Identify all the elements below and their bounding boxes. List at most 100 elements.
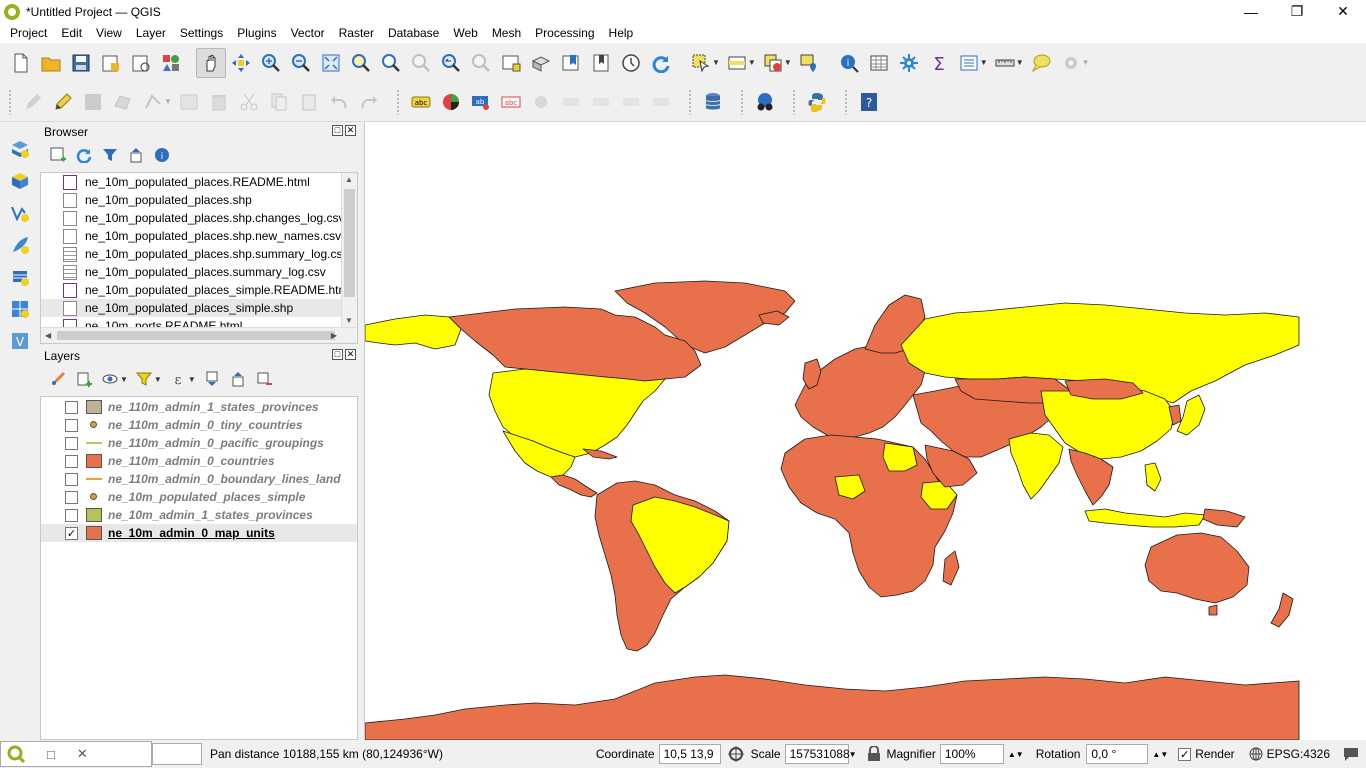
browser-item[interactable]: ne_10m_populated_places.summary_log.csv bbox=[41, 263, 357, 281]
attributes-form-button[interactable] bbox=[954, 48, 984, 78]
save-project-button[interactable] bbox=[66, 48, 96, 78]
menu-web[interactable]: Web bbox=[446, 23, 484, 43]
data-source-manager-button[interactable] bbox=[5, 134, 35, 164]
locator-input[interactable] bbox=[152, 743, 202, 765]
layer-item[interactable]: ne_110m_admin_1_states_provinces bbox=[41, 398, 357, 416]
menu-help[interactable]: Help bbox=[602, 23, 641, 43]
toolbox-button[interactable] bbox=[894, 48, 924, 78]
browser-tree[interactable]: ne_10m_populated_places.README.html ne_10… bbox=[40, 172, 358, 344]
layer-styling-button[interactable] bbox=[46, 368, 70, 390]
pan-map-button[interactable] bbox=[196, 47, 226, 78]
zoom-full-button[interactable] bbox=[316, 48, 346, 78]
scale-dropdown-icon[interactable]: ▼ bbox=[849, 750, 857, 759]
browser-item[interactable]: ne_10m_populated_places_simple.shp bbox=[41, 299, 357, 317]
layer-visibility-checkbox[interactable] bbox=[65, 490, 78, 504]
layer-item[interactable]: ✓ ne_10m_admin_0_map_units bbox=[41, 524, 357, 542]
help-contents-button[interactable]: ? bbox=[854, 87, 884, 117]
rotation-field[interactable]: 0,0 ° bbox=[1086, 744, 1149, 764]
zoom-to-layer-button[interactable] bbox=[376, 48, 406, 78]
diagram-options-button[interactable] bbox=[436, 87, 466, 117]
layer-labeling-button[interactable]: abc bbox=[406, 87, 436, 117]
locator-window-icon[interactable]: □ bbox=[47, 747, 55, 762]
digitize-button[interactable] bbox=[5, 230, 35, 260]
browser-horizontal-scrollbar[interactable]: ◀ ▶ bbox=[41, 327, 357, 343]
layers-close-button[interactable]: ✕ bbox=[345, 349, 356, 360]
layer-item[interactable]: ne_110m_admin_0_boundary_lines_land bbox=[41, 470, 357, 488]
browser-item[interactable]: ne_10m_populated_places.shp bbox=[41, 191, 357, 209]
layer-item[interactable]: ne_10m_admin_1_states_provinces bbox=[41, 506, 357, 524]
pin-labels-button[interactable] bbox=[526, 87, 556, 117]
actions-dropdown-icon[interactable]: ▼ bbox=[1082, 58, 1090, 67]
browser-item[interactable]: ne_10m_populated_places_simple.README.ht… bbox=[41, 281, 357, 299]
measure-line-button[interactable] bbox=[990, 48, 1020, 78]
menu-project[interactable]: Project bbox=[3, 23, 54, 43]
metasearch-button[interactable] bbox=[750, 87, 780, 117]
menu-processing[interactable]: Processing bbox=[528, 23, 601, 43]
filter-legend-button[interactable] bbox=[132, 368, 156, 390]
layer-item[interactable]: ne_10m_populated_places_simple bbox=[41, 488, 357, 506]
zoom-in-button[interactable] bbox=[256, 48, 286, 78]
layers-float-button[interactable]: □ bbox=[332, 349, 343, 360]
scroll-left-icon[interactable]: ◀ bbox=[45, 331, 51, 340]
redo-button[interactable] bbox=[354, 87, 384, 117]
scroll-right-icon[interactable]: ▶ bbox=[331, 331, 337, 340]
python-console-button[interactable] bbox=[802, 87, 832, 117]
refresh-button[interactable] bbox=[646, 48, 676, 78]
menu-plugins[interactable]: Plugins bbox=[230, 23, 283, 43]
layer-item[interactable]: ne_110m_admin_0_pacific_groupings bbox=[41, 434, 357, 452]
open-attribute-table-button[interactable] bbox=[864, 48, 894, 78]
coordinate-field[interactable]: 10,5 13,9 bbox=[658, 744, 721, 764]
lock-scale-icon[interactable] bbox=[867, 746, 881, 762]
select-features-button[interactable] bbox=[686, 48, 716, 78]
select-location-button[interactable] bbox=[794, 48, 824, 78]
toggle-extents-icon[interactable] bbox=[727, 745, 745, 763]
browser-collapse-button[interactable] bbox=[124, 144, 148, 166]
style-manager-button[interactable] bbox=[156, 48, 186, 78]
statistical-summary-button[interactable]: Σ bbox=[924, 48, 954, 78]
browser-filter-button[interactable] bbox=[98, 144, 122, 166]
layer-visibility-checkbox[interactable] bbox=[65, 472, 78, 486]
menu-view[interactable]: View bbox=[89, 23, 129, 43]
layout-manager-button[interactable] bbox=[126, 48, 156, 78]
render-checkbox[interactable]: ✓ bbox=[1178, 747, 1192, 761]
layer-item[interactable]: ne_110m_admin_0_tiny_countries bbox=[41, 416, 357, 434]
menu-raster[interactable]: Raster bbox=[332, 23, 381, 43]
paste-features-button[interactable] bbox=[294, 87, 324, 117]
browser-item[interactable]: ne_10m_populated_places.shp.changes_log.… bbox=[41, 209, 357, 227]
show-unplaced-labels-button[interactable]: abc bbox=[496, 87, 526, 117]
menu-edit[interactable]: Edit bbox=[54, 23, 89, 43]
add-virtual-layer-button[interactable]: V bbox=[5, 326, 35, 356]
undo-button[interactable] bbox=[324, 87, 354, 117]
browser-item[interactable]: ne_10m_populated_places.shp.summary_log.… bbox=[41, 245, 357, 263]
collapse-all-button[interactable] bbox=[226, 368, 250, 390]
zoom-out-button[interactable] bbox=[286, 48, 316, 78]
new-print-layout-button[interactable] bbox=[96, 48, 126, 78]
browser-float-button[interactable]: □ bbox=[332, 125, 343, 136]
magnifier-field[interactable]: 100% bbox=[939, 744, 1004, 764]
copy-features-button[interactable] bbox=[264, 87, 294, 117]
change-label-button[interactable] bbox=[646, 87, 676, 117]
locator-bar[interactable]: □ ✕ bbox=[0, 741, 152, 767]
zoom-last-button[interactable] bbox=[436, 48, 466, 78]
identify-features-button[interactable]: i bbox=[834, 48, 864, 78]
new-map-view-button[interactable] bbox=[496, 48, 526, 78]
add-feature-button[interactable] bbox=[108, 87, 138, 117]
show-bookmarks-button[interactable] bbox=[586, 48, 616, 78]
layer-visibility-checkbox[interactable] bbox=[65, 418, 78, 432]
highlight-label-button[interactable]: ab bbox=[466, 87, 496, 117]
filter-expression-button[interactable]: ε bbox=[166, 368, 190, 390]
toggle-editing-button[interactable] bbox=[48, 87, 78, 117]
map-tips-button[interactable] bbox=[1026, 48, 1056, 78]
temporal-controller-button[interactable] bbox=[616, 48, 646, 78]
layer-visibility-checkbox[interactable] bbox=[65, 454, 78, 468]
cut-features-button[interactable] bbox=[234, 87, 264, 117]
world-map[interactable] bbox=[365, 122, 1366, 740]
layer-item[interactable]: ne_110m_admin_0_countries bbox=[41, 452, 357, 470]
add-raster-layer-button[interactable] bbox=[5, 294, 35, 324]
current-edits-button[interactable] bbox=[18, 87, 48, 117]
layers-tree[interactable]: ne_110m_admin_1_states_provinces ne_110m_… bbox=[40, 396, 358, 740]
map-canvas[interactable] bbox=[364, 122, 1366, 740]
browser-vertical-scrollbar[interactable]: ▲ ▼ bbox=[341, 173, 357, 327]
filter-legend-dropdown-icon[interactable]: ▼ bbox=[154, 375, 162, 384]
magnifier-spin-icon[interactable]: ▲▼ bbox=[1008, 750, 1024, 759]
